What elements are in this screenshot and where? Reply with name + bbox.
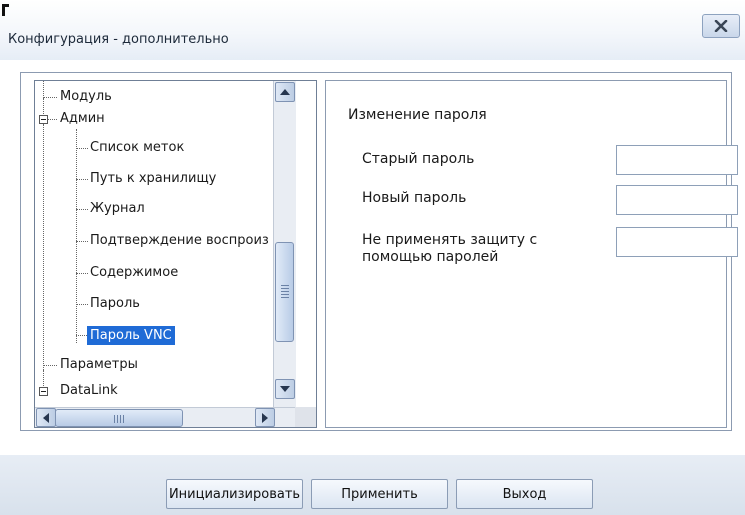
- arrow-right-icon: [262, 412, 268, 423]
- tree-view[interactable]: Модуль Админ Список меток Путь к хранили…: [34, 80, 317, 428]
- tree-item-parameters[interactable]: Параметры: [60, 355, 138, 375]
- tree-line: [76, 273, 88, 274]
- tree-line: [76, 209, 88, 210]
- content-frame: Модуль Админ Список меток Путь к хранили…: [20, 72, 738, 431]
- dialog-body: Модуль Админ Список меток Путь к хранили…: [0, 60, 745, 455]
- horizontal-scroll-thumb[interactable]: [55, 409, 183, 427]
- collapse-icon[interactable]: [39, 115, 48, 124]
- window-corner-mark: [2, 4, 9, 16]
- tree-line: [43, 97, 57, 98]
- vertical-scrollbar[interactable]: [273, 81, 296, 407]
- initialize-button[interactable]: Инициализировать: [166, 479, 303, 509]
- scroll-right-button[interactable]: [255, 408, 275, 427]
- tree-item-password[interactable]: Пароль: [90, 294, 140, 314]
- tree-line: [76, 129, 77, 343]
- scrollbar-corner: [295, 407, 316, 427]
- disable-password-protection-label: Не применять защиту с помощью паролей: [362, 232, 538, 265]
- old-password-input[interactable]: [616, 145, 738, 175]
- arrow-down-icon: [280, 386, 290, 392]
- tree-line: [43, 124, 44, 370]
- grip-line: [114, 415, 115, 423]
- tree-line: [76, 179, 88, 180]
- scroll-up-button[interactable]: [275, 82, 295, 102]
- button-bar: Инициализировать Применить Выход: [0, 455, 745, 515]
- grip-line: [281, 291, 289, 292]
- section-title: Изменение пароля: [348, 107, 487, 123]
- window-title: Конфигурация - дополнительно: [8, 32, 229, 47]
- arrow-up-icon: [280, 89, 290, 95]
- tree-line: [76, 241, 88, 242]
- tree-item-tag-list[interactable]: Список меток: [90, 138, 184, 158]
- arrow-left-icon: [43, 412, 49, 423]
- grip-line: [281, 297, 289, 298]
- grip-line: [281, 285, 289, 286]
- tree-line: [48, 119, 57, 120]
- tree-item-content[interactable]: Содержимое: [90, 263, 178, 283]
- exit-button[interactable]: Выход: [456, 479, 593, 509]
- old-password-label: Старый пароль: [362, 151, 475, 167]
- expand-icon[interactable]: [39, 387, 48, 396]
- tree-line: [76, 148, 88, 149]
- scroll-down-button[interactable]: [275, 379, 295, 399]
- horizontal-scrollbar[interactable]: [35, 407, 295, 427]
- new-password-input[interactable]: [616, 185, 738, 215]
- close-x-icon: [714, 20, 728, 32]
- tree-item-playback-confirm[interactable]: Подтверждение воспроиз: [90, 231, 269, 251]
- close-button[interactable]: [702, 14, 740, 38]
- apply-button[interactable]: Применить: [311, 479, 448, 509]
- tree-line: [76, 335, 87, 336]
- grip-line: [117, 415, 118, 423]
- tree-line: [43, 365, 57, 366]
- tree-item-storage-path[interactable]: Путь к хранилищу: [90, 169, 216, 189]
- disable-password-protection-input[interactable]: [616, 227, 738, 257]
- scroll-left-button[interactable]: [36, 408, 56, 427]
- tree-line: [76, 304, 88, 305]
- tree-item-vnc-password[interactable]: Пароль VNC: [87, 326, 175, 345]
- grip-line: [123, 415, 124, 423]
- tree-item-datalink[interactable]: DataLink: [60, 381, 118, 401]
- grip-line: [281, 294, 289, 295]
- tree-item-admin[interactable]: Админ: [60, 109, 105, 129]
- grip-line: [281, 288, 289, 289]
- title-bar: Конфигурация - дополнительно: [0, 0, 745, 60]
- settings-panel: Изменение пароля Старый пароль Новый пар…: [325, 80, 738, 428]
- grip-line: [120, 415, 121, 423]
- tree-line: [43, 81, 44, 98]
- new-password-label: Новый пароль: [362, 190, 467, 206]
- vertical-scroll-thumb[interactable]: [275, 242, 294, 342]
- tree-item-journal[interactable]: Журнал: [90, 199, 145, 219]
- tree-item-module[interactable]: Модуль: [60, 87, 112, 107]
